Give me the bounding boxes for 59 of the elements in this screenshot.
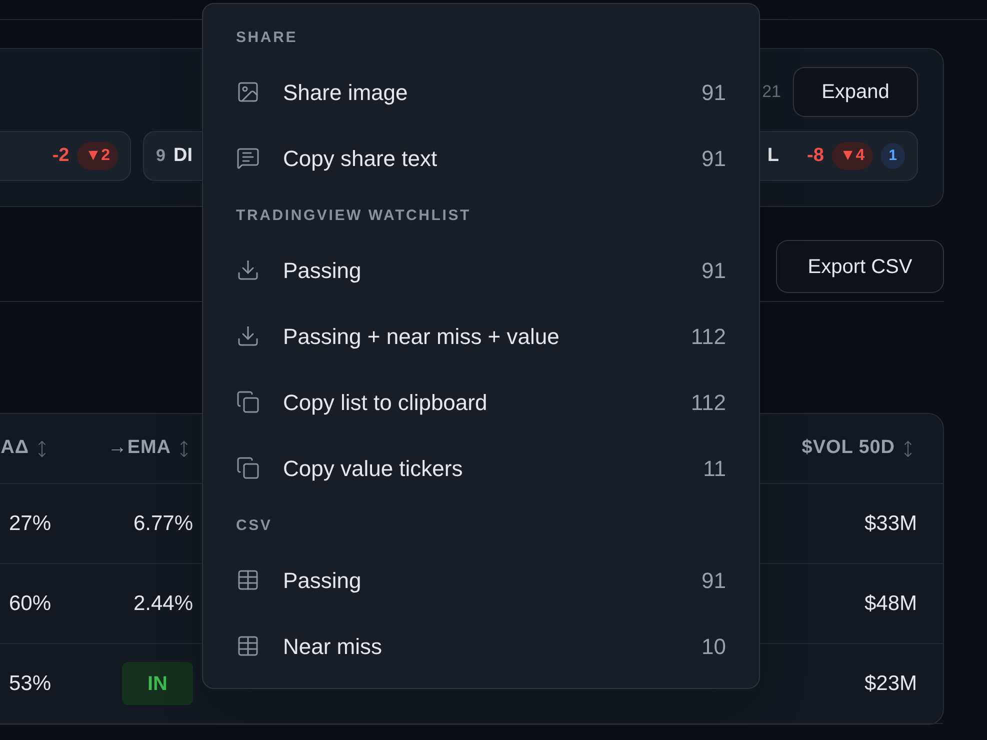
menu-item[interactable]: Passing 91 (203, 237, 759, 303)
menu-item-count: 10 (702, 632, 726, 660)
download-icon (236, 258, 260, 282)
menu-item[interactable]: Passing + near miss + value 112 (203, 303, 759, 369)
download-icon (236, 324, 260, 348)
table-cell-text: $33M (864, 510, 917, 537)
chip-value: -2 (52, 144, 70, 168)
menu-item-count: 112 (690, 388, 726, 416)
menu-item[interactable]: Copy share text 91 (203, 125, 759, 191)
menu-item-count: 91 (702, 78, 726, 106)
table-icon (236, 634, 260, 658)
table-cell-text: $23M (864, 670, 917, 697)
status-badge: IN (122, 662, 193, 705)
column-header[interactable]: AΔ (0, 434, 29, 463)
table-icon (236, 568, 260, 592)
info-badge: 1 (880, 142, 905, 170)
column-header[interactable]: $VOL 50D (802, 434, 895, 463)
menu-item[interactable]: Passing 91 (203, 547, 759, 613)
menu-item-label: Copy list to clipboard (283, 388, 488, 417)
menu-item-label: Near miss (283, 632, 382, 660)
column-header[interactable]: →EMA (108, 434, 171, 463)
menu-section-title: TRADINGVIEW WATCHLIST (235, 206, 472, 226)
expand-button[interactable]: Expand (793, 67, 918, 117)
export-csv-button[interactable]: Export CSV (776, 240, 944, 293)
menu-item-label: Copy share text (283, 144, 438, 173)
menu-item-label: Passing + near miss + value (283, 322, 560, 351)
image-icon (236, 80, 260, 104)
filter-chip[interactable]: -2 ▼2 (0, 131, 131, 181)
menu-item-count: 112 (690, 322, 726, 350)
menu-section-title: SHARE (235, 28, 299, 48)
menu-item[interactable]: Copy list to clipboard 112 (203, 369, 759, 435)
message-icon (236, 146, 260, 170)
down-badge: ▼2 (77, 142, 118, 170)
chip-label: L (767, 144, 780, 168)
menu-item-label: Passing (283, 566, 362, 595)
menu-item-count: 91 (702, 566, 726, 594)
count-text: 21 (762, 81, 781, 104)
table-cell-text: 27% (8, 510, 51, 537)
menu-item-label: Passing (283, 256, 362, 285)
menu-item[interactable]: Near miss 10 (203, 613, 759, 679)
menu-section-title: CSV (235, 516, 274, 536)
table-cell-text: 60% (8, 590, 51, 617)
menu-item[interactable]: Copy value tickers 11 (203, 435, 759, 501)
down-badge: ▼4 (832, 142, 873, 170)
copy-icon (236, 390, 260, 414)
menu-item-count: 11 (703, 454, 726, 482)
menu-item-count: 91 (702, 256, 726, 284)
chip-label: DI (173, 144, 192, 168)
chip-count: 9 (156, 145, 166, 168)
menu-item[interactable]: Share image 91 (203, 59, 759, 125)
table-cell-text: 2.44% (133, 590, 193, 617)
menu-item-count: 91 (702, 144, 726, 172)
table-cell-text: 6.77% (133, 510, 193, 537)
menu-item-label: Share image (283, 78, 408, 107)
copy-icon (236, 456, 260, 480)
menu-item-label: Copy value tickers (283, 454, 463, 483)
chip-value: -8 (807, 144, 824, 168)
table-cell-text: 53% (8, 670, 51, 697)
table-cell-text: $48M (864, 590, 917, 617)
